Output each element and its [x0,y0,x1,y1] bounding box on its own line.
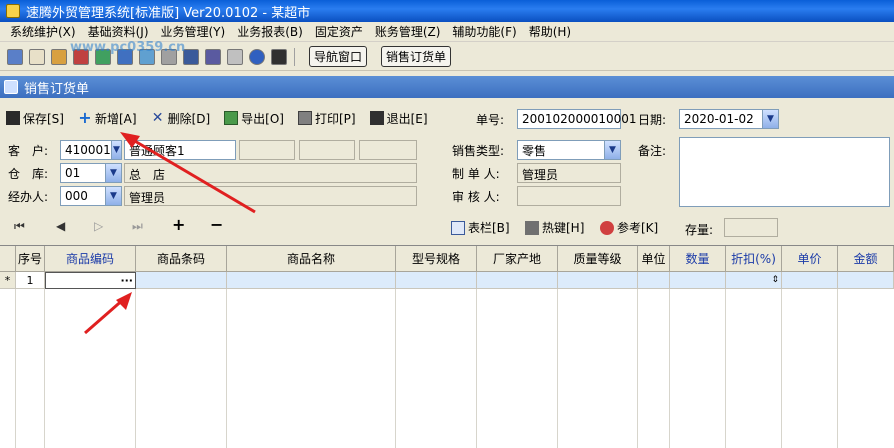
arrowhead-add [120,132,140,148]
annotation-arrows [84,132,256,335]
arrow-to-product-code [84,296,126,335]
arrow-to-add-button [127,135,256,214]
arrowhead-code [116,292,132,310]
